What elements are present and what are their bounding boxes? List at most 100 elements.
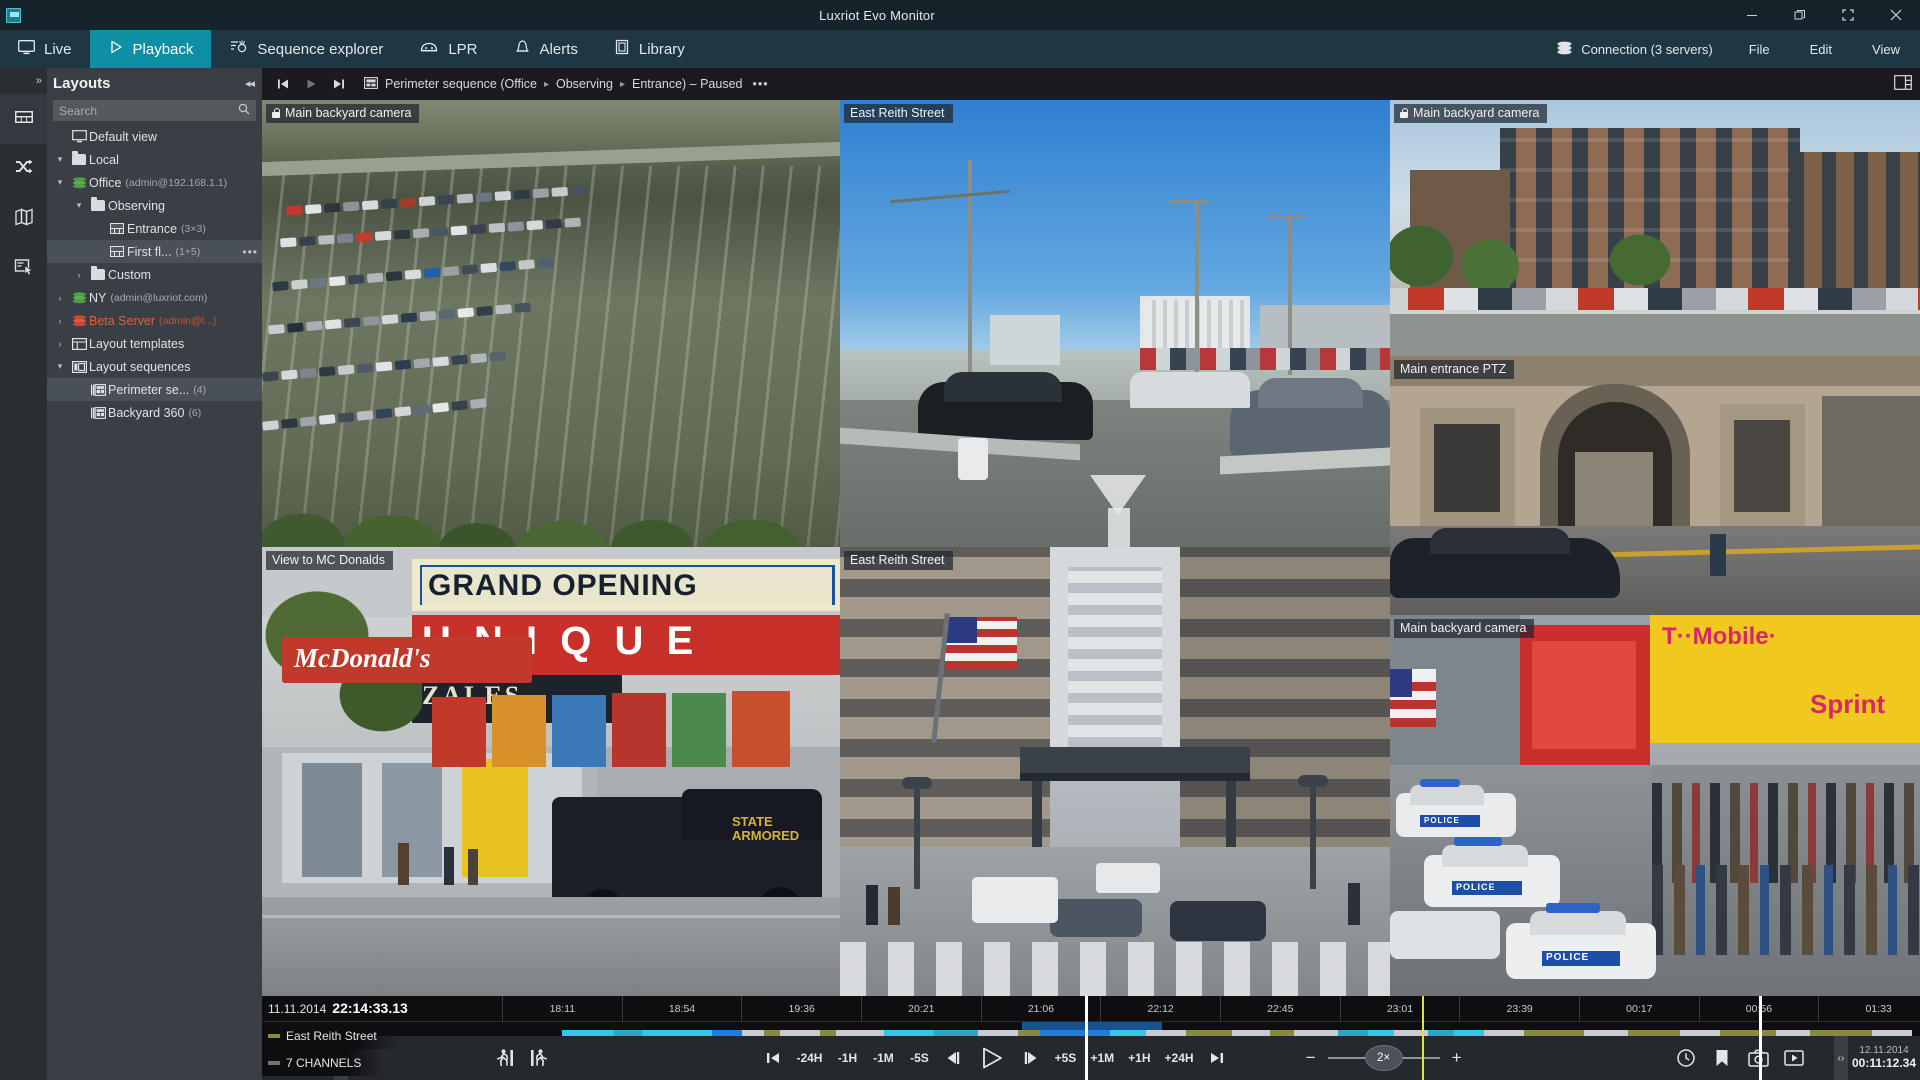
timeline-cursor-left[interactable] — [1085, 996, 1088, 1080]
snapshot-icon[interactable] — [1740, 1040, 1776, 1076]
tree-item-local[interactable]: ▾ Local — [47, 148, 262, 171]
rail-item-events[interactable] — [0, 244, 47, 294]
tree-item-beta-server[interactable]: › Beta Server (admin@l...) — [47, 309, 262, 332]
video-tile-2[interactable]: East Reith Street — [840, 100, 1390, 547]
rail-item-sequences[interactable] — [0, 144, 47, 194]
search-input[interactable] — [59, 103, 238, 118]
tree-item-layout-sequences[interactable]: ▾ Layout sequences — [47, 355, 262, 378]
menu-view[interactable]: View — [1852, 30, 1920, 68]
sequence-item-icon — [364, 76, 378, 92]
step-forward-button[interactable] — [1016, 1041, 1046, 1075]
export-icon[interactable] — [1776, 1040, 1812, 1076]
timeline-tick-label: 22:45 — [1267, 1003, 1294, 1015]
tab-alerts[interactable]: Alerts — [496, 30, 596, 68]
chevron-right-icon[interactable]: › — [51, 293, 69, 303]
close-button[interactable] — [1872, 0, 1920, 30]
video-tile-1[interactable]: Main backyard camera — [262, 100, 840, 547]
layout-toggle-icon[interactable] — [1894, 75, 1912, 93]
back-1h-button[interactable]: -1H — [830, 1041, 864, 1075]
motion-search-left-button[interactable] — [488, 1041, 522, 1075]
tile-label: Main entrance PTZ — [1394, 360, 1515, 379]
timeline-track-name: 7 CHANNELS — [262, 1049, 384, 1076]
breadcrumb-part-3[interactable]: Entrance) – Paused — [632, 77, 743, 91]
sequence-play-button[interactable] — [298, 71, 324, 97]
play-button[interactable] — [970, 1041, 1014, 1075]
sequence-prev-button[interactable] — [270, 71, 296, 97]
timeline-playhead[interactable] — [1422, 996, 1424, 1080]
tree-item-layout-templates[interactable]: › Layout templates — [47, 332, 262, 355]
lock-icon — [1400, 108, 1409, 118]
video-tile-3[interactable]: Main backyard camera — [1390, 100, 1920, 356]
restore-button[interactable] — [1776, 0, 1824, 30]
bookmark-icon[interactable] — [1704, 1040, 1740, 1076]
collapse-left-icon[interactable]: ◂◂ — [245, 77, 255, 90]
menu-edit[interactable]: Edit — [1790, 30, 1852, 68]
playback-speed-control[interactable]: − 2× + — [1302, 1045, 1466, 1071]
rail-item-layouts[interactable] — [0, 94, 47, 144]
video-frame: T··Mobile· Sprint POLICE POLICE POLICE — [1390, 615, 1920, 996]
motion-search-right-button[interactable] — [522, 1041, 556, 1075]
tab-library[interactable]: Library — [596, 30, 703, 68]
sequence-next-button[interactable] — [326, 71, 352, 97]
menu-file[interactable]: File — [1729, 30, 1790, 68]
chevron-down-icon[interactable]: ▾ — [51, 177, 69, 188]
back-1m-button[interactable]: -1M — [866, 1041, 900, 1075]
video-tile-4[interactable]: Main entrance PTZ — [1390, 356, 1920, 615]
tab-lpr[interactable]: LPR — [401, 30, 495, 68]
tree-item-menu-button[interactable]: ••• — [242, 245, 258, 259]
speed-decrease-button[interactable]: − — [1302, 1048, 1320, 1068]
tree-item-observing[interactable]: ▾ Observing — [47, 194, 262, 217]
rail-item-maps[interactable] — [0, 194, 47, 244]
maximize-button[interactable] — [1824, 0, 1872, 30]
video-frame: GRAND OPENING U N I Q U E ZALES McDonald… — [262, 547, 840, 996]
left-icon-rail: » — [0, 68, 47, 1080]
timeline-tick: 18:11 — [502, 996, 622, 1022]
tree-item-office[interactable]: ▾ Office (admin@192.168.1.1) — [47, 171, 262, 194]
search-box[interactable] — [53, 100, 256, 121]
breadcrumb-overflow-button[interactable]: ••• — [752, 77, 768, 91]
minimize-button[interactable] — [1728, 0, 1776, 30]
chevron-right-icon[interactable]: › — [51, 316, 69, 326]
connection-status[interactable]: Connection (3 servers) — [1540, 41, 1729, 58]
tree-item-first-fl[interactable]: First fl... (1+5) ••• — [47, 240, 262, 263]
step-backward-button[interactable] — [938, 1041, 968, 1075]
chevron-right-icon[interactable]: › — [70, 270, 88, 280]
layouts-panel: Layouts ◂◂ Default view▾Local▾Office(adm… — [47, 68, 262, 1080]
chevron-down-icon[interactable]: ▾ — [51, 361, 69, 372]
tab-sequence-explorer[interactable]: Sequence explorer — [211, 30, 401, 68]
tree-item-perimeter-se[interactable]: Perimeter se... (4) — [47, 378, 262, 401]
back-5s-button[interactable]: -5S — [902, 1041, 936, 1075]
tree-item-custom[interactable]: › Custom — [47, 263, 262, 286]
forward-5s-button[interactable]: +5S — [1048, 1041, 1082, 1075]
jump-to-end-button[interactable] — [1202, 1041, 1232, 1075]
back-24h-button[interactable]: -24H — [790, 1041, 828, 1075]
lock-icon — [272, 108, 281, 118]
tree-item-ny[interactable]: › NY (admin@luxriot.com) — [47, 286, 262, 309]
clock-icon[interactable] — [1668, 1040, 1704, 1076]
video-tile-6[interactable]: East Reith Street — [840, 547, 1390, 996]
range-end-handle[interactable]: ‹› — [1834, 1036, 1848, 1080]
timeline-cursor-right[interactable] — [1759, 996, 1762, 1080]
speed-increase-button[interactable]: + — [1448, 1048, 1466, 1068]
rail-expand-button[interactable]: » — [0, 68, 47, 94]
breadcrumb-part-2[interactable]: Observing — [556, 77, 613, 91]
video-tile-5[interactable]: GRAND OPENING U N I Q U E ZALES McDonald… — [262, 547, 840, 996]
breadcrumb-part-1[interactable]: Perimeter sequence (Office — [385, 77, 537, 91]
timeline-ruler[interactable]: 11.11.2014 22:14:33.13 18:11 18:54 19:36 20… — [262, 996, 1920, 1022]
forward-1m-button[interactable]: +1M — [1084, 1041, 1120, 1075]
tab-live[interactable]: Live — [0, 30, 90, 68]
forward-24h-button[interactable]: +24H — [1159, 1041, 1200, 1075]
forward-1h-button[interactable]: +1H — [1122, 1041, 1156, 1075]
tab-playback[interactable]: Playback — [89, 30, 212, 68]
chevron-down-icon[interactable]: ▾ — [51, 154, 69, 165]
chevron-right-icon[interactable]: › — [51, 339, 69, 349]
chevron-down-icon[interactable]: ▾ — [70, 200, 88, 211]
tree-item-backyard-360[interactable]: Backyard 360 (6) — [47, 401, 262, 424]
tree-item-default-view[interactable]: Default view — [47, 125, 262, 148]
tree-item-entrance[interactable]: Entrance (3×3) — [47, 217, 262, 240]
layout-grid-icon — [107, 246, 127, 257]
jump-to-start-button[interactable] — [758, 1041, 788, 1075]
tree-item-label: Entrance — [127, 221, 178, 236]
video-tile-7[interactable]: T··Mobile· Sprint POLICE POLICE POLICE M… — [1390, 615, 1920, 996]
speed-value[interactable]: 2× — [1364, 1045, 1403, 1071]
